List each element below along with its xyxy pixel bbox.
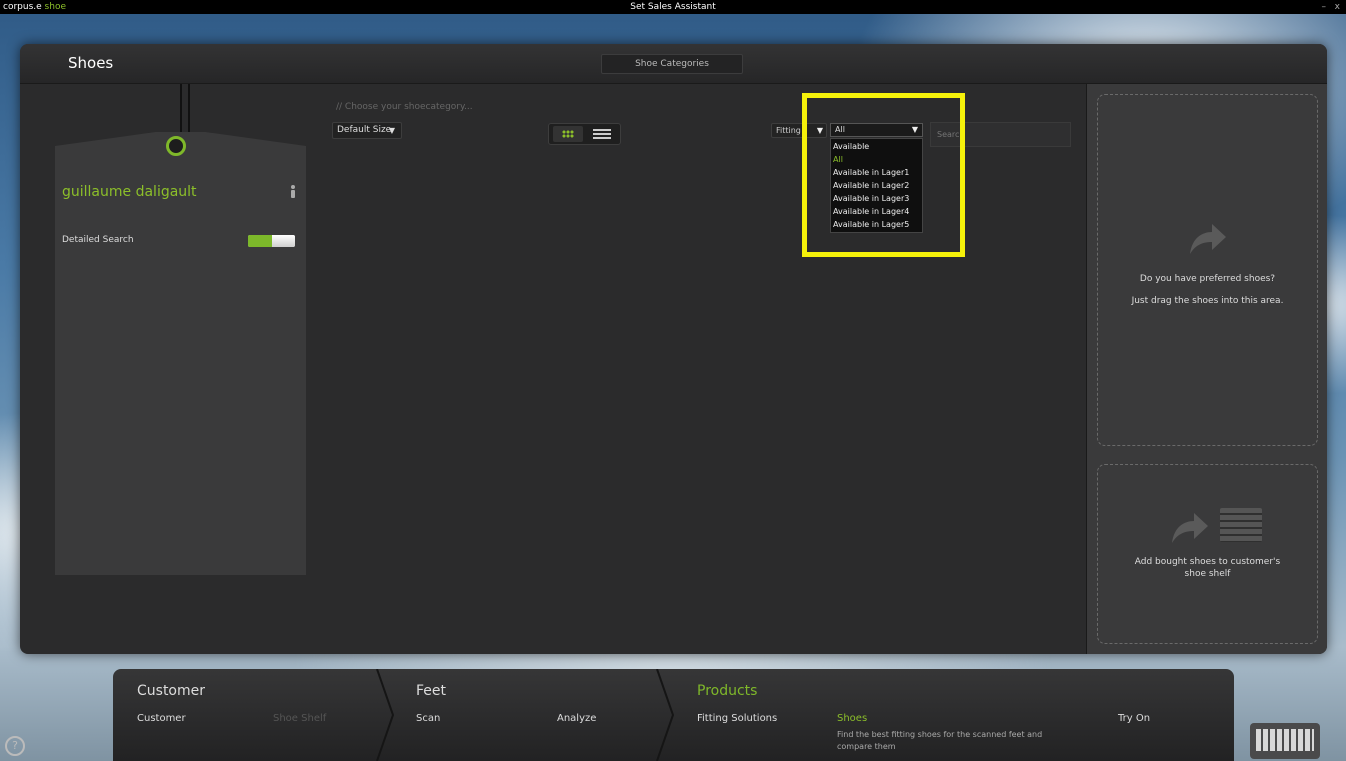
category-hint: // Choose your shoecategory... — [336, 102, 473, 112]
tag-ring-icon — [166, 136, 186, 156]
shelf-text-2: shoe shelf — [1184, 569, 1231, 579]
panel-header: Shoes Shoe Categories — [20, 44, 1327, 84]
size-dropdown-label: Default Size — [337, 125, 392, 135]
help-icon[interactable]: ? — [5, 736, 25, 756]
shoe-shelf-dropzone[interactable]: Add bought shoes to customer's shoe shel… — [1097, 464, 1318, 644]
preferred-text-2: Just drag the shoes into this area. — [1131, 296, 1284, 306]
drop-zones-column: Do you have preferred shoes? Just drag t… — [1086, 84, 1327, 654]
main-panel: Shoes Shoe Categories guillaume daligaul… — [20, 44, 1327, 654]
nav-item-customer[interactable]: Customer — [137, 713, 186, 724]
nav-item-analyze[interactable]: Analyze — [557, 713, 596, 724]
fitting-dropdown-label: Fitting — [776, 126, 801, 135]
nav-item-shoe-shelf[interactable]: Shoe Shelf — [273, 713, 326, 724]
shoe-categories-button[interactable]: Shoe Categories — [601, 54, 743, 74]
nav-separator — [655, 668, 675, 761]
detailed-search-label: Detailed Search — [62, 235, 134, 245]
nav-separator — [375, 668, 395, 761]
nav-item-scan[interactable]: Scan — [416, 713, 440, 724]
nav-section-products[interactable]: Products — [697, 683, 757, 699]
keyboard-icon[interactable] — [1250, 723, 1320, 759]
preferred-shoes-dropzone[interactable]: Do you have preferred shoes? Just drag t… — [1097, 94, 1318, 446]
bottom-navigation: Customer Customer Shoe Shelf Feet Scan A… — [113, 668, 1234, 761]
window-title: Set Sales Assistant — [630, 2, 716, 12]
list-view-icon[interactable] — [593, 128, 611, 140]
page-title: Shoes — [68, 54, 114, 72]
preferred-text-1: Do you have preferred shoes? — [1139, 274, 1276, 284]
customer-name[interactable]: guillaume daligault — [62, 184, 197, 200]
size-dropdown[interactable]: Default Size ▼ — [332, 122, 402, 139]
grid-view-icon[interactable] — [553, 126, 583, 142]
nav-item-shoes[interactable]: Shoes — [837, 713, 867, 724]
nav-item-fitting-solutions[interactable]: Fitting Solutions — [697, 713, 777, 724]
drag-arrow-icon — [1188, 220, 1228, 256]
nav-section-feet[interactable]: Feet — [416, 683, 446, 699]
shelf-icon — [1220, 508, 1262, 542]
nav-shoes-description: Find the best fitting shoes for the scan… — [837, 730, 1043, 751]
drag-arrow-icon — [1170, 509, 1210, 545]
chevron-down-icon: ▼ — [388, 126, 395, 135]
person-icon[interactable] — [290, 185, 296, 199]
highlight-box — [802, 93, 965, 257]
view-toggle — [548, 123, 621, 145]
nav-item-try-on[interactable]: Try On — [1118, 713, 1150, 724]
title-bar: corpus.e shoe Set Sales Assistant – x — [0, 0, 1346, 14]
nav-section-customer[interactable]: Customer — [137, 683, 205, 699]
minimize-button[interactable]: – — [1322, 0, 1327, 14]
detailed-search-toggle[interactable] — [248, 235, 295, 247]
shelf-text-1: Add bought shoes to customer's — [1134, 557, 1281, 567]
close-button[interactable]: x — [1335, 0, 1340, 14]
